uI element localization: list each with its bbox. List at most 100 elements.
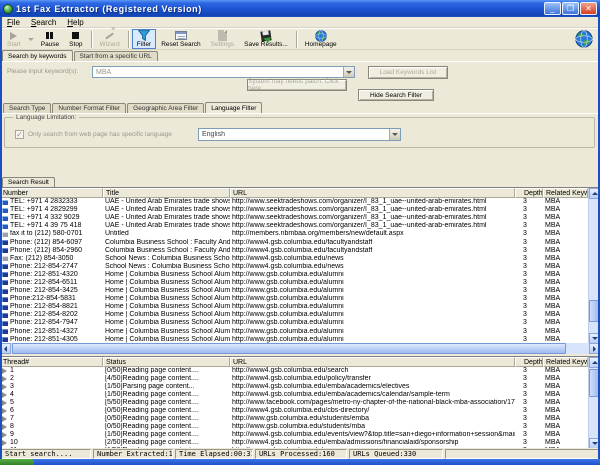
column-header-title[interactable]: Title: [103, 188, 230, 198]
number-cell: Fax: (212) 854-3050: [0, 255, 103, 263]
result-row[interactable]: Phone: 212-854-6511Home | Columbia Busin…: [0, 279, 600, 287]
depth-cell: 3: [515, 407, 543, 415]
homepage-button[interactable]: Homepage: [300, 29, 342, 49]
result-row[interactable]: TEL: +971 4 2832333UAE - United Arab Emi…: [0, 198, 600, 206]
language-limitation-group: Language Limitation: ✓ Only search from …: [4, 117, 595, 148]
menu-file[interactable]: File: [7, 18, 20, 27]
keyword-cell: MBA: [543, 214, 588, 222]
result-row[interactable]: Phone: 212-854-8821Home | Columbia Busin…: [0, 303, 600, 311]
column-header-depth[interactable]: Depth: [515, 188, 543, 198]
settings-button[interactable]: Settings: [206, 29, 240, 49]
stop-button[interactable]: Stop: [64, 29, 87, 49]
thread-row[interactable]: 7[0/50]Reading page content....http://ww…: [0, 415, 600, 423]
keyword-cell: MBA: [543, 319, 588, 327]
save-results-button[interactable]: Save Results...: [239, 29, 293, 49]
url-cell: http://www.gsb.columbia.edu/alumni: [230, 328, 515, 336]
tab-search-type[interactable]: Search Type: [3, 103, 51, 113]
thread-row[interactable]: 1[0/50]Reading page content....http://ww…: [0, 367, 600, 375]
thread-row[interactable]: 9[1/50]Reading page content....http://ww…: [0, 431, 600, 439]
titlebar[interactable]: 1st Fax Extractor (Registered Version) _…: [0, 0, 600, 17]
start-dropdown-icon[interactable]: [28, 38, 34, 41]
column-header-number[interactable]: Number: [0, 188, 103, 198]
column-header-status[interactable]: Status: [103, 357, 230, 367]
restore-button[interactable]: ❐: [562, 2, 579, 15]
keyword-cell: MBA: [543, 407, 588, 415]
thread-row[interactable]: 3[1/50]Parsing page content...http://www…: [0, 383, 600, 391]
reset-search-button[interactable]: Reset Search: [156, 29, 205, 49]
patch-button[interactable]: System may needs patch. Click here: [247, 79, 347, 91]
scrollbar-thumb[interactable]: [12, 343, 566, 354]
keyword-combobox[interactable]: MBA: [92, 66, 355, 78]
depth-cell: 3: [515, 198, 543, 206]
result-row[interactable]: Phone: 212-854-8202Home | Columbia Busin…: [0, 311, 600, 319]
language-checkbox[interactable]: ✓: [15, 130, 24, 139]
filter-tabs: Search Type Number Format Filter Geograp…: [0, 101, 600, 114]
toolbar: Start Pause Stop Wizard Filter Reset Sea…: [0, 28, 600, 50]
column-header-url[interactable]: URL: [230, 188, 515, 198]
status-cell: [0/50]Reading page content....: [103, 367, 230, 375]
result-row[interactable]: Phone:212-854-5831Home | Columbia Busine…: [0, 295, 600, 303]
keyword-cell: MBA: [543, 431, 588, 439]
language-combobox[interactable]: English: [198, 128, 401, 141]
result-row[interactable]: Phone: 212-851-4327Home | Columbia Busin…: [0, 328, 600, 336]
thread-id-cell: 9: [0, 431, 103, 439]
result-row[interactable]: Phone: 212-854-3425Home | Columbia Busin…: [0, 287, 600, 295]
result-row[interactable]: Phone: 212-854-7947Home | Columbia Busin…: [0, 319, 600, 327]
filter-button[interactable]: Filter: [132, 29, 156, 49]
hide-search-filter-button[interactable]: Hide Search Filter: [358, 89, 434, 101]
thread-row[interactable]: 10[2/50]Reading page content....http://w…: [0, 439, 600, 447]
thread-row[interactable]: 5[5/50]Reading page content....http://ww…: [0, 399, 600, 407]
keyword-cell: MBA: [543, 247, 588, 255]
column-header-thread[interactable]: Thread#: [0, 357, 103, 367]
pause-button[interactable]: Pause: [36, 29, 64, 49]
tab-search-result[interactable]: Search Result: [2, 177, 55, 187]
minimize-button[interactable]: _: [544, 2, 561, 15]
thread-row[interactable]: 2[4/50]Reading page content....http://ww…: [0, 375, 600, 383]
result-row[interactable]: TEL: +971 4 2829299UAE - United Arab Emi…: [0, 206, 600, 214]
tab-language-filter[interactable]: Language Filter: [205, 102, 262, 113]
result-row[interactable]: TEL: +971 4 39 75 418UAE - United Arab E…: [0, 222, 600, 230]
status-cell: [5/50]Reading page content....: [103, 399, 230, 407]
number-cell: Phone: 212-854-2747: [0, 263, 103, 271]
column-header-keyword[interactable]: Related Keyword: [543, 188, 588, 198]
thread-row[interactable]: 6[0/50]Reading page content....http://ww…: [0, 407, 600, 415]
horizontal-scrollbar[interactable]: [0, 343, 600, 354]
status-urls-queued: URLs Queued:330: [349, 449, 443, 459]
result-tab-row: Search Result: [0, 176, 600, 187]
menu-search[interactable]: Search: [31, 18, 56, 27]
chevron-down-icon[interactable]: [389, 129, 400, 140]
tab-geographic-area-filter[interactable]: Geographic Area Filter: [127, 103, 204, 113]
menu-help[interactable]: Help: [67, 18, 83, 27]
url-cell: http://www.gsb.columbia.edu/students/emb…: [230, 415, 515, 423]
thread-id-cell: 5: [0, 399, 103, 407]
close-button[interactable]: ✕: [580, 2, 597, 15]
column-header-depth[interactable]: Depth: [515, 357, 543, 367]
tab-number-format-filter[interactable]: Number Format Filter: [52, 103, 126, 113]
toolbar-separator: [296, 31, 297, 48]
keyword-cell: MBA: [543, 423, 588, 431]
load-keywords-button[interactable]: Load Keywords List: [368, 66, 448, 79]
number-cell: Phone:212-854-5831: [0, 295, 103, 303]
chevron-down-icon[interactable]: [343, 67, 354, 77]
depth-cell: 3: [515, 295, 543, 303]
tab-start-from-url[interactable]: Start from a specific URL: [74, 51, 158, 61]
column-header-url[interactable]: URL: [230, 357, 515, 367]
start-menu-button[interactable]: [0, 459, 34, 465]
tab-search-by-keywords[interactable]: Search by keywords: [2, 50, 73, 61]
result-row[interactable]: Fax: (212) 854-3050School News : Columbi…: [0, 255, 600, 263]
result-row[interactable]: fax it to (212) 580-0701Untitledhttp://m…: [0, 230, 600, 238]
start-button[interactable]: Start: [2, 29, 26, 49]
thread-id-cell: 7: [0, 415, 103, 423]
tel-icon: [2, 216, 8, 221]
result-row[interactable]: TEL: +971 4 332 9029UAE - United Arab Em…: [0, 214, 600, 222]
wizard-button[interactable]: Wizard: [95, 29, 125, 49]
status-cell: [0/50]Reading page content....: [103, 423, 230, 431]
thread-id: 8: [10, 423, 14, 431]
thread-row[interactable]: 4[1/50]Reading page content....http://ww…: [0, 391, 600, 399]
column-header-keyword[interactable]: Related Keyword: [543, 357, 588, 367]
result-row[interactable]: Phone: (212) 854-2960Columbia Business S…: [0, 247, 600, 255]
result-row[interactable]: Phone: (212) 854-6097Columbia Business S…: [0, 238, 600, 246]
result-row[interactable]: Phone: 212-854-2747School News : Columbi…: [0, 263, 600, 271]
result-row[interactable]: Phone: 212-851-4320Home | Columbia Busin…: [0, 271, 600, 279]
thread-row[interactable]: 8[0/50]Reading page content....http://ww…: [0, 423, 600, 431]
